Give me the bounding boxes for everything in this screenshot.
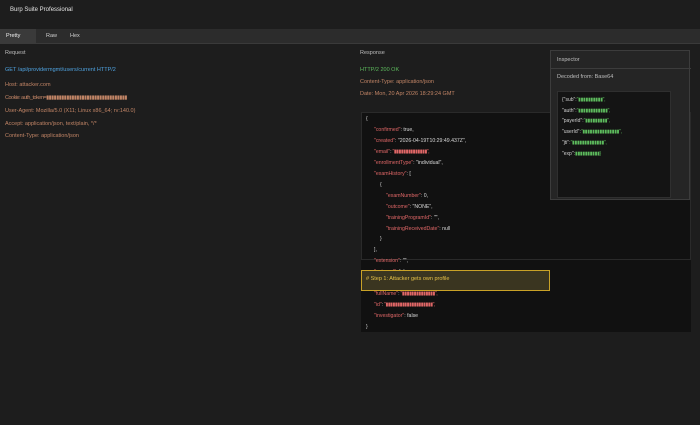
inspector-decoded-label: Decoded from: Base64 (557, 74, 614, 80)
inspector-line: {"sub":"▮▮▮▮▮▮▮▮▮▮", (562, 97, 606, 103)
json-value: [ (407, 170, 411, 177)
json-value: "", (432, 214, 439, 221)
json-line: { (380, 181, 382, 188)
inspector-key: "jti": (562, 139, 571, 146)
json-key: "id" (374, 302, 382, 309)
json-line: "trainingReceivedDate": null (386, 226, 450, 232)
accept-header: Accept: application/json, text/plain, */… (5, 121, 97, 127)
json-line: { (366, 116, 368, 122)
json-value: null (440, 225, 451, 232)
json-value: "", (401, 258, 408, 265)
json-value: true, (401, 126, 414, 133)
host-header: Host: attacker.com (5, 82, 51, 88)
json-line: "enrollmentType": "individual", (374, 160, 443, 166)
json-line: "email": "▮▮▮▮▮▮▮▮▮▮▮▮▮▮", (374, 148, 430, 155)
json-line: "outcome": "NONE", (386, 204, 433, 210)
inspector-line: "auth":"▮▮▮▮▮▮▮▮▮▮▮▮", (562, 108, 610, 114)
inspector-value: "▮▮▮▮▮▮▮▮▮▮", (576, 97, 606, 103)
json-key: "investigator" (374, 313, 405, 320)
tab-pretty[interactable]: Pretty (0, 29, 36, 44)
json-line: "created": "2026-04-19T10:29:49.437Z", (374, 138, 466, 144)
json-key: "examNumber" (386, 192, 421, 199)
inspector-key: {"sub": (562, 97, 577, 103)
json-line: } (380, 236, 382, 243)
view-tab-bar: Pretty Raw Hex (0, 29, 700, 44)
json-value: "▮▮▮▮▮▮▮▮▮▮▮▮▮▮", (399, 291, 438, 298)
inspector-panel: Inspector Decoded from: Base64 {"sub":"▮… (550, 50, 691, 200)
json-value: "NONE", (411, 203, 433, 210)
inspector-key: "auth": (562, 107, 577, 114)
json-line: "extension": "", (374, 258, 408, 264)
inspector-key: "exp": (562, 150, 576, 157)
json-value: "▮▮▮▮▮▮▮▮▮▮▮▮▮▮▮▮▮▮▮▮", (383, 302, 435, 309)
step-annotation: # Step 1: Attacker gets own profile (361, 270, 550, 291)
json-line: "trainingProgramId": "", (386, 215, 439, 221)
json-key: "outcome" (386, 203, 410, 210)
inspector-line: "jti":"▮▮▮▮▮▮▮▮▮▮▮▮▮", (562, 139, 607, 146)
json-key: "confirmed" (374, 126, 401, 133)
inspector-key: "payerId": (562, 118, 584, 125)
response-content-type: Content-Type: application/json (360, 79, 434, 85)
inspector-value: "▮▮▮▮▮▮▮▮▮", (583, 118, 610, 125)
json-line: ], (374, 247, 377, 254)
tab-hex[interactable]: Hex (64, 29, 86, 44)
json-value: "individual", (414, 159, 443, 166)
inspector-decoded-box[interactable]: {"sub":"▮▮▮▮▮▮▮▮▮▮", "auth":"▮▮▮▮▮▮▮▮▮▮▮▮… (557, 91, 671, 198)
json-line: "id": "▮▮▮▮▮▮▮▮▮▮▮▮▮▮▮▮▮▮▮▮", (374, 302, 435, 308)
json-key: "fullName" (374, 291, 399, 298)
json-key: "created" (374, 137, 395, 144)
json-line: "investigator": false (374, 313, 418, 319)
cookie-header: Cookie: auth_token=▮▮▮▮▮▮▮▮▮▮▮▮▮▮▮▮▮▮▮▮▮… (5, 95, 127, 101)
title-bar: Burp Suite Professional (0, 0, 700, 22)
json-line: "examNumber": 0, (386, 193, 428, 199)
inspector-value: "▮▮▮▮▮▮▮▮▮▮▮▮", (576, 107, 611, 114)
json-key: "extension" (374, 258, 400, 265)
request-pane-label: Request (5, 50, 26, 56)
response-status: HTTP/2 200 OK (360, 67, 400, 73)
inspector-line: "payerId":"▮▮▮▮▮▮▮▮▮", (562, 118, 610, 124)
json-value: false (405, 313, 419, 320)
window-title: Burp Suite Professional (10, 7, 73, 13)
json-value: "2026-04-19T10:29:49.437Z", (396, 137, 467, 144)
json-key: "examHistory" (374, 170, 407, 177)
inspector-line: "userId":"▮▮▮▮▮▮▮▮▮▮▮▮▮▮▮", (562, 129, 622, 135)
annotation-text: # Step 1: Attacker gets own profile (366, 276, 450, 282)
json-value: 0, (422, 192, 429, 199)
response-date: Date: Mon, 20 Apr 2026 18:29:24 GMT (360, 91, 455, 97)
json-line: "examHistory": [ (374, 171, 411, 177)
tab-raw[interactable]: Raw (40, 29, 63, 44)
inspector-divider (551, 68, 691, 69)
user-agent-header: User-Agent: Mozilla/5.0 (X11; Linux x86_… (5, 108, 136, 114)
request-line: GET /api/providermgmt/users/current HTTP… (5, 67, 116, 73)
json-key: "trainingReceivedDate" (386, 225, 440, 232)
json-key: "trainingProgramId" (386, 214, 431, 221)
inspector-value: ▮▮▮▮▮▮▮▮▮▮} (575, 150, 601, 157)
json-value: "▮▮▮▮▮▮▮▮▮▮▮▮▮▮", (391, 148, 430, 155)
response-pane-label: Response (360, 50, 385, 56)
content-type-header: Content-Type: application/json (5, 133, 79, 139)
inspector-line: "exp":▮▮▮▮▮▮▮▮▮▮} (562, 151, 601, 157)
json-line: } (366, 324, 368, 331)
inspector-key: "userId": (562, 129, 581, 136)
inspector-value: "▮▮▮▮▮▮▮▮▮▮▮▮▮▮▮", (580, 129, 622, 136)
json-line: "confirmed": true, (374, 127, 414, 133)
json-line: "fullName": "▮▮▮▮▮▮▮▮▮▮▮▮▮▮", (374, 291, 438, 298)
inspector-title: Inspector (557, 57, 580, 63)
json-key: "enrollmentType" (374, 159, 414, 166)
inspector-value: "▮▮▮▮▮▮▮▮▮▮▮▮▮", (570, 139, 607, 146)
json-key: "email" (374, 148, 391, 155)
